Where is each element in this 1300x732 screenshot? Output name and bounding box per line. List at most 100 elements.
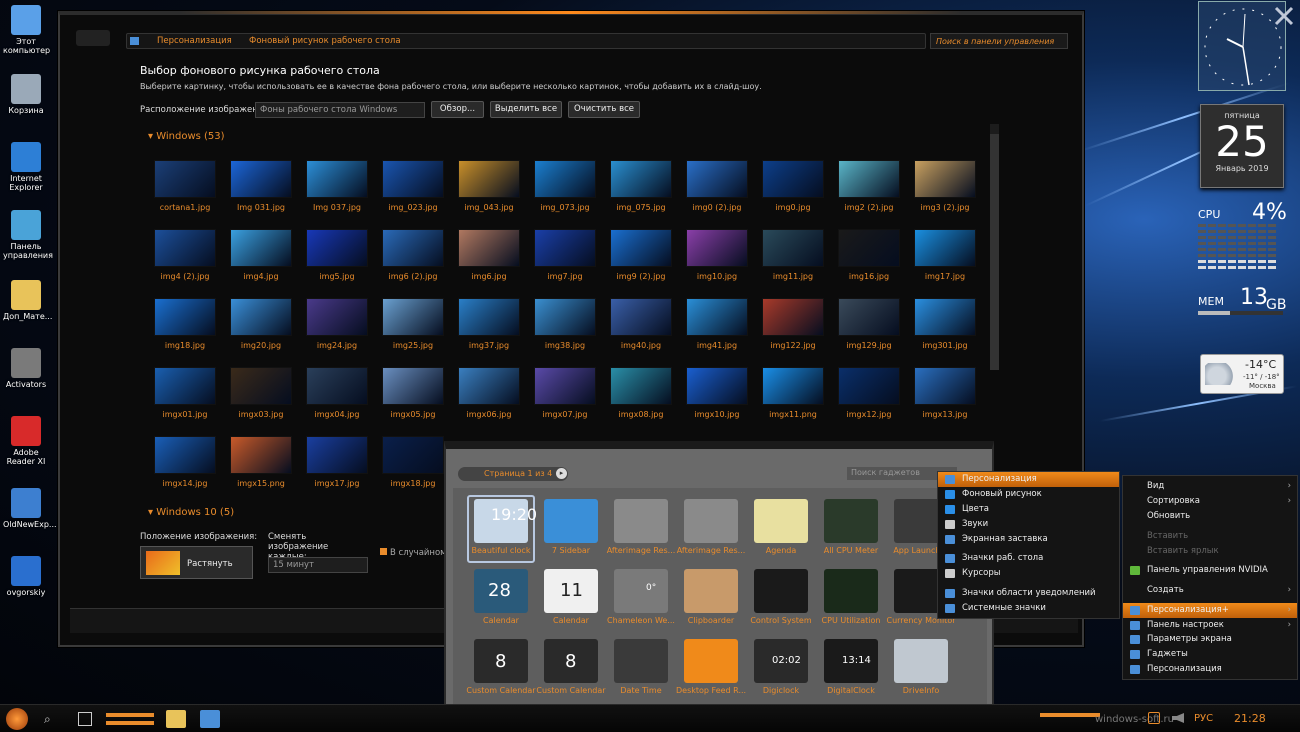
submenu-item[interactable]: Персонализация — [938, 472, 1119, 487]
shuffle-checkbox[interactable]: В случайном — [380, 548, 447, 558]
gadget-item[interactable]: Agenda — [746, 499, 816, 555]
language-indicator[interactable]: РУС — [1194, 713, 1213, 724]
gadget-item[interactable]: Clipboarder — [676, 569, 746, 625]
wallpaper-thumbnail[interactable] — [838, 229, 900, 267]
wallpaper-thumbnail[interactable] — [458, 160, 520, 198]
group-windows10-header[interactable]: ▾ Windows 10 (5) — [148, 507, 234, 518]
browse-button[interactable]: Обзор... — [431, 101, 484, 118]
desktop-icon[interactable]: Adobe Reader XI — [3, 416, 49, 466]
desktop-icon[interactable]: Панель управления — [3, 210, 53, 260]
gadget-item[interactable]: Date Time — [606, 639, 676, 695]
wallpaper-thumbnail[interactable] — [154, 367, 216, 405]
gallery-pager[interactable]: Страница 1 из 4 ▸ — [458, 467, 568, 481]
context-menu-item[interactable]: Персонализация+ › — [1123, 603, 1297, 618]
wallpaper-thumbnail[interactable] — [306, 298, 368, 336]
context-menu-item[interactable]: Персонализация — [1123, 662, 1297, 677]
gadget-item[interactable]: Afterimage Res... — [606, 499, 676, 555]
wallpaper-thumbnail[interactable] — [382, 367, 444, 405]
wallpaper-thumbnail[interactable] — [534, 229, 596, 267]
desktop-icon[interactable]: Activators — [3, 348, 49, 389]
cpu-gadget[interactable]: CPU 4% — [1198, 200, 1298, 274]
desktop-icon[interactable]: OldNewExp... — [3, 488, 57, 529]
submenu-item[interactable]: Значки области уведомлений — [938, 586, 1119, 601]
gadget-item[interactable]: Digiclock — [746, 639, 816, 695]
explorer-taskbar-icon[interactable] — [166, 710, 186, 728]
wallpaper-thumbnail[interactable] — [610, 229, 672, 267]
wallpaper-thumbnail[interactable] — [230, 160, 292, 198]
scrollbar-thumb[interactable] — [990, 134, 999, 370]
wallpaper-thumbnail[interactable] — [762, 367, 824, 405]
wallpaper-thumbnail[interactable] — [686, 298, 748, 336]
context-menu-item[interactable]: Сортировка › — [1123, 494, 1297, 509]
start-button[interactable] — [6, 708, 28, 730]
wallpaper-thumbnail[interactable] — [230, 298, 292, 336]
context-menu-item[interactable]: Вид › — [1123, 479, 1297, 494]
gadget-item[interactable]: All CPU Meter — [816, 499, 886, 555]
memory-gadget[interactable]: MEM 13 GB — [1198, 285, 1298, 325]
submenu-item[interactable]: Системные значки — [938, 601, 1119, 616]
wallpaper-thumbnail[interactable] — [762, 298, 824, 336]
desktop-icon[interactable]: Корзина — [3, 74, 49, 115]
gadget-item[interactable]: Chameleon We... — [606, 569, 676, 625]
wallpaper-thumbnail[interactable] — [686, 229, 748, 267]
desktop-icon[interactable]: ovgorskiy — [3, 556, 49, 597]
wallpaper-thumbnail[interactable] — [154, 298, 216, 336]
scrollbar[interactable] — [990, 124, 999, 370]
wallpaper-thumbnail[interactable] — [306, 436, 368, 474]
wallpaper-thumbnail[interactable] — [458, 367, 520, 405]
control-panel-taskbar-icon[interactable] — [200, 710, 220, 728]
submenu-item[interactable]: Курсоры — [938, 566, 1119, 581]
context-menu-item[interactable]: Параметры экрана — [1123, 632, 1297, 647]
task-view-icon[interactable] — [78, 712, 92, 726]
wallpaper-thumbnail[interactable] — [762, 229, 824, 267]
gadget-item[interactable]: Desktop Feed R... — [676, 639, 746, 695]
context-menu-item[interactable]: Панель настроек › — [1123, 618, 1297, 633]
submenu-item[interactable]: Значки раб. стола — [938, 551, 1119, 566]
submenu-item[interactable]: Фоновый рисунок — [938, 487, 1119, 502]
wallpaper-thumbnail[interactable] — [458, 298, 520, 336]
search-icon[interactable]: ⌕ — [44, 712, 58, 726]
select-all-button[interactable]: Выделить все — [490, 101, 562, 118]
context-menu-item[interactable]: Панель управления NVIDIA — [1123, 563, 1297, 578]
wallpaper-thumbnail[interactable] — [230, 229, 292, 267]
submenu-item[interactable]: Цвета — [938, 502, 1119, 517]
wallpaper-thumbnail[interactable] — [762, 160, 824, 198]
calendar-gadget[interactable]: пятница 25 Январь 2019 — [1200, 104, 1284, 188]
interval-select[interactable]: 15 минут — [268, 557, 368, 573]
wallpaper-thumbnail[interactable] — [382, 160, 444, 198]
desktop-icon[interactable]: Этот компьютер — [3, 5, 50, 55]
gadget-item[interactable]: DriveInfo — [886, 639, 956, 695]
wallpaper-thumbnail[interactable] — [382, 229, 444, 267]
back-forward-buttons[interactable] — [76, 30, 110, 46]
wallpaper-thumbnail[interactable] — [458, 229, 520, 267]
wallpaper-thumbnail[interactable] — [534, 367, 596, 405]
search-input[interactable]: Поиск в панели управления — [930, 33, 1068, 49]
wallpaper-thumbnail[interactable] — [914, 229, 976, 267]
location-select[interactable]: Фоны рабочего стола Windows — [255, 102, 425, 118]
wallpaper-thumbnail[interactable] — [306, 229, 368, 267]
wallpaper-thumbnail[interactable] — [838, 160, 900, 198]
clear-all-button[interactable]: Очистить все — [568, 101, 640, 118]
submenu-item[interactable]: Звуки — [938, 517, 1119, 532]
wallpaper-thumbnail[interactable] — [154, 229, 216, 267]
gadget-close-icon[interactable] — [1270, 2, 1298, 30]
gadget-item[interactable]: Afterimage Res... — [676, 499, 746, 555]
wallpaper-thumbnail[interactable] — [306, 160, 368, 198]
gadget-item[interactable]: 7 Sidebar — [536, 499, 606, 555]
wallpaper-thumbnail[interactable] — [382, 436, 444, 474]
wallpaper-thumbnail[interactable] — [306, 367, 368, 405]
wallpaper-thumbnail[interactable] — [914, 367, 976, 405]
context-menu-item[interactable]: Обновить — [1123, 509, 1297, 524]
wallpaper-thumbnail[interactable] — [686, 367, 748, 405]
clock-time[interactable]: 21:28 — [1234, 712, 1266, 725]
wallpaper-thumbnail[interactable] — [382, 298, 444, 336]
shield-icon[interactable] — [1148, 712, 1160, 724]
wallpaper-thumbnail[interactable] — [610, 367, 672, 405]
desktop-icon[interactable]: Доп_Мате... — [3, 280, 52, 321]
group-windows-header[interactable]: ▾ Windows (53) — [148, 131, 225, 142]
wallpaper-thumbnail[interactable] — [838, 367, 900, 405]
wallpaper-thumbnail[interactable] — [154, 160, 216, 198]
gadget-item[interactable]: CPU Utilization — [816, 569, 886, 625]
wallpaper-thumbnail[interactable] — [914, 160, 976, 198]
breadcrumb-item[interactable]: Фоновый рисунок рабочего стола — [249, 36, 401, 46]
